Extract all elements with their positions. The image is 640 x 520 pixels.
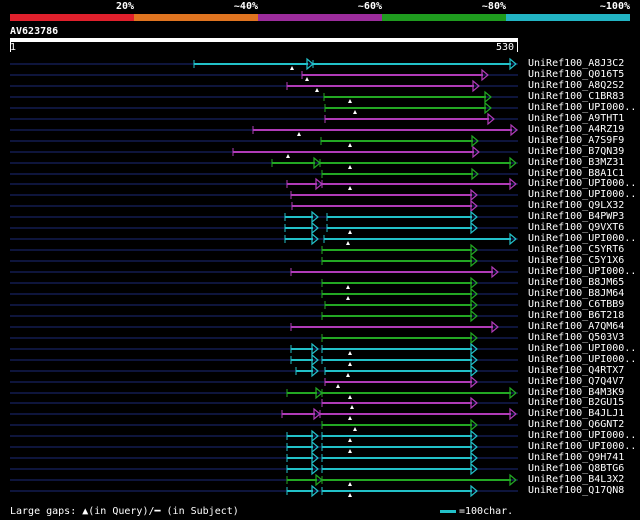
query-gap-marker	[348, 438, 352, 442]
hit-label[interactable]: UniRef100_C5YRT6	[528, 245, 624, 255]
hit-label[interactable]: UniRef100_Q9H741	[528, 453, 624, 463]
hit-label[interactable]: UniRef100_C1BR83	[528, 92, 624, 102]
query-gap-marker	[350, 405, 354, 409]
query-gap-marker	[348, 482, 352, 486]
query-gap-marker	[353, 427, 357, 431]
hit-label[interactable]: UniRef100_A7S9F9	[528, 136, 624, 146]
query-gap-marker	[336, 384, 340, 388]
query-gap-marker	[353, 110, 357, 114]
hit-label[interactable]: UniRef100_B2GU15	[528, 398, 624, 408]
hit-label[interactable]: UniRef100_A7QM64	[528, 322, 624, 332]
query-gap-marker	[286, 154, 290, 158]
hit-label[interactable]: UniRef100_B8JM65	[528, 278, 624, 288]
hit-label[interactable]: UniRef100_UPI000..	[528, 344, 636, 354]
hit-label[interactable]: UniRef100_UPI000..	[528, 431, 636, 441]
query-gap-marker	[305, 77, 309, 81]
hit-label[interactable]: UniRef100_B4JLJ1	[528, 409, 624, 419]
hit-label[interactable]: UniRef100_Q8BTG6	[528, 464, 624, 474]
hit-label[interactable]: UniRef100_UPI000..	[528, 267, 636, 277]
query-gap-marker	[315, 88, 319, 92]
query-gap-marker	[348, 351, 352, 355]
query-gap-marker	[348, 362, 352, 366]
hit-label[interactable]: UniRef100_Q7Q4V7	[528, 377, 624, 387]
query-gap-marker	[348, 493, 352, 497]
hit-label[interactable]: UniRef100_Q503V3	[528, 333, 624, 343]
hit-label[interactable]: UniRef100_Q016T5	[528, 70, 624, 80]
hit-label[interactable]: UniRef100_A8J3C2	[528, 59, 624, 69]
hit-label[interactable]: UniRef100_C5Y1X6	[528, 256, 624, 266]
hit-label[interactable]: UniRef100_A8Q2S2	[528, 81, 624, 91]
query-gap-marker	[348, 230, 352, 234]
hit-label[interactable]: UniRef100_B6T218	[528, 311, 624, 321]
hit-label[interactable]: UniRef100_A9THT1	[528, 114, 624, 124]
hit-label[interactable]: UniRef100_UPI000..	[528, 103, 636, 113]
hit-label[interactable]: UniRef100_Q9VXT6	[528, 223, 624, 233]
length-scale-text: =100char.	[459, 506, 514, 517]
query-gap-marker	[346, 285, 350, 289]
hit-label[interactable]: UniRef100_B7QN39	[528, 147, 624, 157]
hit-label[interactable]: UniRef100_Q9LX32	[528, 201, 624, 211]
hit-label[interactable]: UniRef100_Q6GNT2	[528, 420, 624, 430]
hit-label[interactable]: UniRef100_UPI000..	[528, 442, 636, 452]
hit-label[interactable]: UniRef100_Q17QN8	[528, 486, 624, 496]
hit-label[interactable]: UniRef100_B4PWP3	[528, 212, 624, 222]
hit-label[interactable]: UniRef100_UPI000..	[528, 179, 636, 189]
hit-label[interactable]: UniRef100_UPI000..	[528, 355, 636, 365]
hit-label[interactable]: UniRef100_A4RZ19	[528, 125, 624, 135]
query-gap-marker	[297, 132, 301, 136]
length-scale-legend: =100char.	[440, 506, 513, 517]
query-gap-marker	[348, 186, 352, 190]
hit-label[interactable]: UniRef100_B8JM64	[528, 289, 624, 299]
query-gap-marker	[346, 296, 350, 300]
length-scale-line	[440, 510, 456, 513]
query-gap-marker	[348, 143, 352, 147]
hit-label[interactable]: UniRef100_UPI000..	[528, 190, 636, 200]
query-gap-marker	[348, 449, 352, 453]
query-gap-marker	[346, 373, 350, 377]
hit-label[interactable]: UniRef100_B4L3X2	[528, 475, 624, 485]
query-gap-marker	[348, 395, 352, 399]
query-gap-marker	[348, 416, 352, 420]
query-gap-marker	[348, 165, 352, 169]
query-gap-marker	[348, 99, 352, 103]
hit-label[interactable]: UniRef100_Q4RTX7	[528, 366, 624, 376]
hit-label[interactable]: UniRef100_B3MZ31	[528, 158, 624, 168]
query-gap-marker	[346, 241, 350, 245]
query-gap-marker	[290, 66, 294, 70]
hit-label[interactable]: UniRef100_UPI000..	[528, 234, 636, 244]
gaps-legend: Large gaps: ▲(in Query)/━ (in Subject)	[10, 506, 239, 517]
hit-label[interactable]: UniRef100_C6TBB9	[528, 300, 624, 310]
